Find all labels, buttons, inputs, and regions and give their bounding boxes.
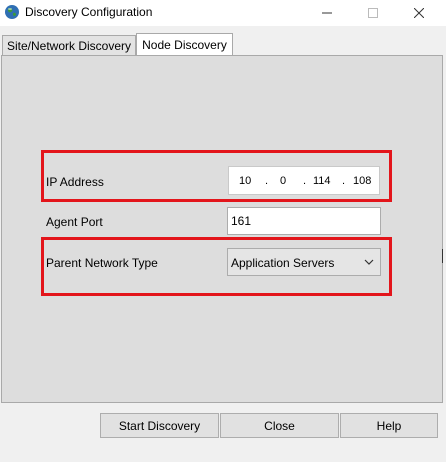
start-discovery-button[interactable]: Start Discovery bbox=[100, 413, 219, 438]
discovery-configuration-window: Discovery Configuration Site/Network Dis… bbox=[0, 0, 446, 462]
window-title: Discovery Configuration bbox=[25, 5, 153, 19]
maximize-icon bbox=[368, 8, 378, 18]
maximize-button[interactable] bbox=[350, 0, 396, 26]
tab-site-network-discovery[interactable]: Site/Network Discovery bbox=[2, 35, 136, 55]
close-icon bbox=[414, 8, 424, 18]
close-button[interactable]: Close bbox=[220, 413, 339, 438]
minimize-icon bbox=[322, 12, 332, 14]
tab-node-discovery[interactable]: Node Discovery bbox=[136, 33, 233, 55]
ip-address-highlight bbox=[41, 150, 392, 202]
agent-port-label: Agent Port bbox=[46, 215, 103, 229]
title-bar[interactable]: Discovery Configuration bbox=[0, 0, 446, 26]
parent-network-type-highlight bbox=[41, 237, 392, 296]
resize-edge bbox=[442, 249, 445, 263]
globe-icon bbox=[5, 5, 19, 19]
help-button[interactable]: Help bbox=[340, 413, 438, 438]
agent-port-input[interactable]: 161 bbox=[227, 207, 381, 235]
minimize-button[interactable] bbox=[304, 0, 350, 26]
close-window-button[interactable] bbox=[396, 0, 442, 26]
